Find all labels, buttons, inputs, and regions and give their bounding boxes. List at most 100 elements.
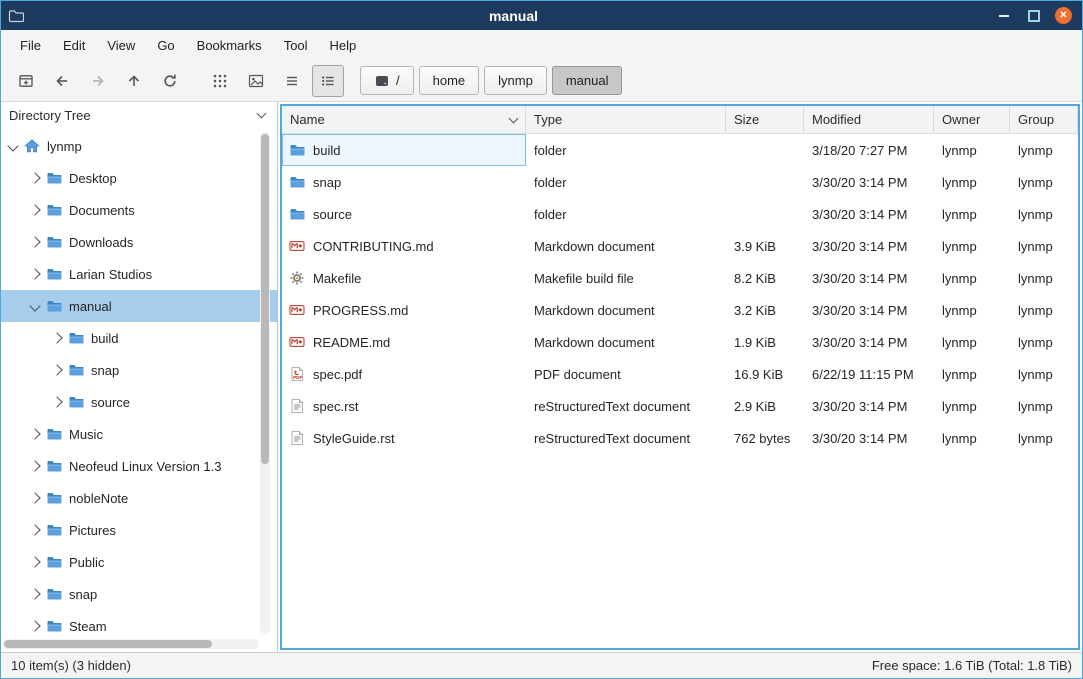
menu-file[interactable]: File	[9, 33, 52, 58]
maximize-button[interactable]	[1025, 7, 1042, 24]
file-row-source[interactable]: sourcefolder3/30/20 3:14 PMlynmplynmp	[282, 198, 1078, 230]
titlebar: manual	[1, 1, 1082, 30]
menu-edit[interactable]: Edit	[52, 33, 96, 58]
file-row-spec-pdf[interactable]: PDFspec.pdfPDF document16.9 KiB6/22/19 1…	[282, 358, 1078, 390]
tree-item-downloads[interactable]: Downloads	[1, 226, 277, 258]
expand-icon[interactable]	[29, 492, 40, 503]
column-header-name[interactable]: Name	[282, 106, 526, 133]
tree-item-source[interactable]: source	[1, 386, 277, 418]
path-segment-lynmp[interactable]: lynmp	[484, 66, 547, 95]
collapse-icon[interactable]	[7, 140, 18, 151]
file-row-snap[interactable]: snapfolder3/30/20 3:14 PMlynmplynmp	[282, 166, 1078, 198]
sidebar-mode-select[interactable]: Directory Tree	[1, 102, 277, 128]
column-header-group[interactable]: Group	[1010, 106, 1078, 133]
column-header-modified[interactable]: Modified	[804, 106, 934, 133]
file-owner: lynmp	[942, 399, 977, 414]
folder-icon	[46, 266, 62, 282]
file-row-readme-md[interactable]: README.mdMarkdown document1.9 KiB3/30/20…	[282, 326, 1078, 358]
column-header-type[interactable]: Type	[526, 106, 726, 133]
file-size-cell: 2.9 KiB	[726, 390, 804, 422]
file-name-cell: Makefile	[282, 262, 526, 294]
file-rows: buildfolder3/18/20 7:27 PMlynmplynmpsnap…	[282, 134, 1078, 648]
menu-view[interactable]: View	[96, 33, 146, 58]
column-header-size[interactable]: Size	[726, 106, 804, 133]
menu-bookmarks[interactable]: Bookmarks	[186, 33, 273, 58]
minimize-button[interactable]	[995, 7, 1012, 24]
file-row-progress-md[interactable]: PROGRESS.mdMarkdown document3.2 KiB3/30/…	[282, 294, 1078, 326]
expand-icon[interactable]	[29, 268, 40, 279]
expand-icon[interactable]	[29, 428, 40, 439]
sort-indicator-icon	[509, 113, 519, 123]
tree-item-label: manual	[69, 299, 112, 314]
vertical-scrollbar-thumb[interactable]	[261, 134, 269, 464]
path-segment-root[interactable]: /	[360, 66, 414, 95]
tree-item-music[interactable]: Music	[1, 418, 277, 450]
expand-icon[interactable]	[29, 620, 40, 631]
tree-item-pictures[interactable]: Pictures	[1, 514, 277, 546]
tree-item-desktop[interactable]: Desktop	[1, 162, 277, 194]
expand-icon[interactable]	[51, 396, 62, 407]
tree-item-lynmp[interactable]: lynmp	[1, 130, 277, 162]
menu-tool[interactable]: Tool	[273, 33, 319, 58]
tree-item-noblenote[interactable]: nobleNote	[1, 482, 277, 514]
file-row-spec-rst[interactable]: spec.rstreStructuredText document2.9 KiB…	[282, 390, 1078, 422]
expand-icon[interactable]	[29, 236, 40, 247]
thumbnail-view-button[interactable]	[240, 65, 272, 97]
horizontal-scrollbar-thumb[interactable]	[4, 640, 212, 648]
tree-item-neofeud-linux-version-1-3[interactable]: Neofeud Linux Version 1.3	[1, 450, 277, 482]
collapse-icon[interactable]	[29, 300, 40, 311]
expand-icon[interactable]	[51, 364, 62, 375]
close-button[interactable]	[1055, 7, 1072, 24]
go-back-button[interactable]	[46, 65, 78, 97]
path-segment-manual[interactable]: manual	[552, 66, 623, 95]
expand-icon[interactable]	[29, 172, 40, 183]
file-type: Markdown document	[534, 303, 655, 318]
file-modified-cell: 6/22/19 11:15 PM	[804, 358, 934, 390]
column-header-owner[interactable]: Owner	[934, 106, 1010, 133]
expand-icon[interactable]	[29, 460, 40, 471]
new-tab-button[interactable]	[10, 65, 42, 97]
file-row-build[interactable]: buildfolder3/18/20 7:27 PMlynmplynmp	[282, 134, 1078, 166]
tree-item-larian-studios[interactable]: Larian Studios	[1, 258, 277, 290]
expand-icon[interactable]	[29, 588, 40, 599]
file-type: folder	[534, 175, 567, 190]
expand-icon[interactable]	[29, 556, 40, 567]
menu-go[interactable]: Go	[146, 33, 185, 58]
file-name-cell: PROGRESS.md	[282, 294, 526, 326]
tree-item-label: source	[91, 395, 130, 410]
tree-item-label: Music	[69, 427, 103, 442]
tree-item-documents[interactable]: Documents	[1, 194, 277, 226]
file-row-contributing-md[interactable]: CONTRIBUTING.mdMarkdown document3.9 KiB3…	[282, 230, 1078, 262]
tree-item-build[interactable]: build	[1, 322, 277, 354]
tree-item-steam[interactable]: Steam	[1, 610, 277, 642]
file-name-cell: CONTRIBUTING.md	[282, 230, 526, 262]
expand-icon[interactable]	[29, 204, 40, 215]
tree-item-snap[interactable]: snap	[1, 354, 277, 386]
file-modified-cell: 3/30/20 3:14 PM	[804, 230, 934, 262]
go-forward-button[interactable]	[82, 65, 114, 97]
detailed-list-view-button[interactable]	[312, 65, 344, 97]
file-group-cell: lynmp	[1010, 326, 1078, 358]
file-owner: lynmp	[942, 239, 977, 254]
path-segment-home[interactable]: home	[419, 66, 480, 95]
sidebar-horizontal-scrollbar[interactable]	[3, 639, 259, 649]
file-owner: lynmp	[942, 143, 977, 158]
arrow-up-icon	[126, 73, 142, 89]
go-up-button[interactable]	[118, 65, 150, 97]
icon-view-button[interactable]	[204, 65, 236, 97]
file-type-cell: Markdown document	[526, 326, 726, 358]
tree-item-manual[interactable]: manual	[1, 290, 277, 322]
file-row-styleguide-rst[interactable]: StyleGuide.rstreStructuredText document7…	[282, 422, 1078, 454]
menu-help[interactable]: Help	[319, 33, 368, 58]
file-name: PROGRESS.md	[313, 303, 408, 318]
folder-icon	[46, 170, 62, 186]
file-modified-cell: 3/30/20 3:14 PM	[804, 422, 934, 454]
tree-item-snap[interactable]: snap	[1, 578, 277, 610]
expand-icon[interactable]	[29, 524, 40, 535]
compact-view-button[interactable]	[276, 65, 308, 97]
file-row-makefile[interactable]: MakefileMakefile build file8.2 KiB3/30/2…	[282, 262, 1078, 294]
tree-item-public[interactable]: Public	[1, 546, 277, 578]
sidebar-vertical-scrollbar[interactable]	[260, 132, 270, 634]
reload-button[interactable]	[154, 65, 186, 97]
expand-icon[interactable]	[51, 332, 62, 343]
